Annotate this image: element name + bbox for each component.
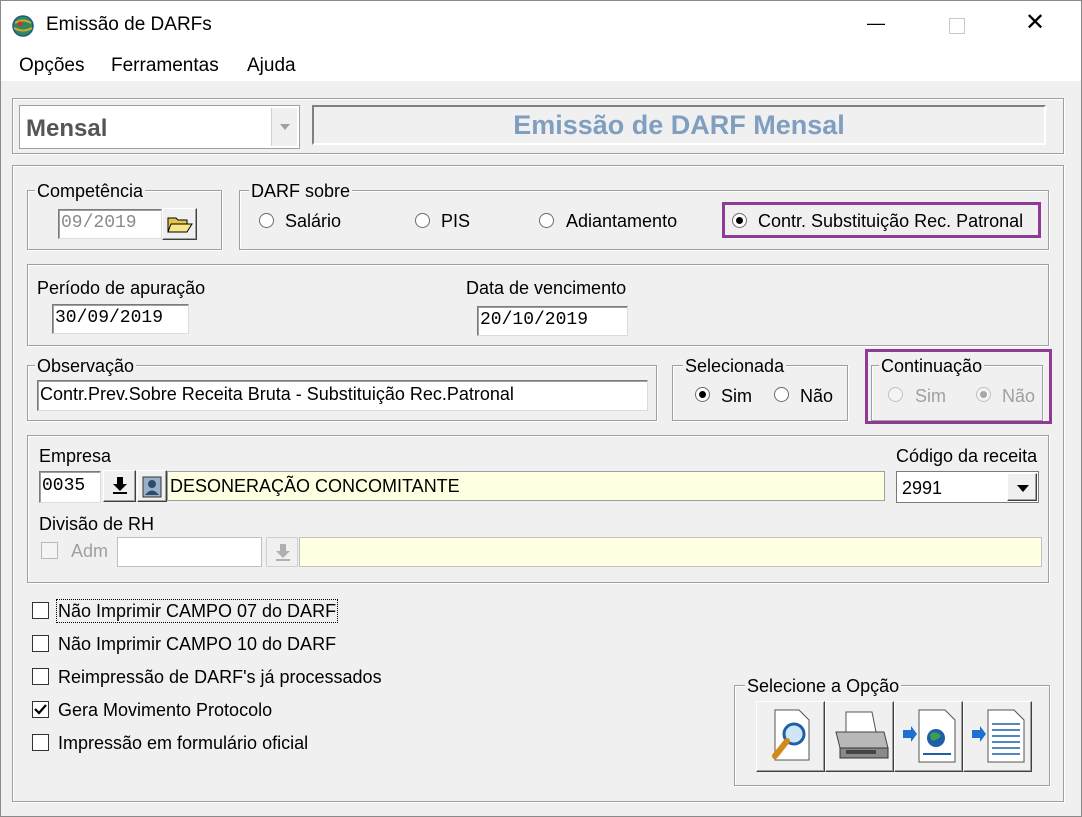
- nao-imprimir-campo10-label: Não Imprimir CAMPO 10 do DARF: [58, 634, 337, 654]
- periodo-input[interactable]: 30/09/2019: [52, 304, 189, 334]
- checkmark-icon: [34, 704, 47, 715]
- divisao-lookup-button[interactable]: [266, 537, 298, 567]
- empresa-code-input[interactable]: 0035: [39, 471, 101, 503]
- person-search-icon: [142, 476, 162, 498]
- export-text-button[interactable]: [963, 701, 1032, 772]
- observacao-input[interactable]: Contr.Prev.Sobre Receita Bruta - Substit…: [37, 380, 648, 411]
- export-web-document-icon: [903, 709, 956, 763]
- vencimento-input[interactable]: 20/10/2019: [477, 306, 628, 336]
- codigo-receita-label: Código da receita: [896, 446, 1038, 466]
- export-text-document-icon: [972, 709, 1025, 763]
- highlight-continuacao: [865, 349, 1052, 424]
- darf-pis-label: PIS: [441, 211, 471, 231]
- gera-movimento-label: Gera Movimento Protocolo: [58, 700, 273, 720]
- print-button[interactable]: [825, 701, 894, 772]
- formulario-oficial-checkbox[interactable]: [32, 734, 49, 751]
- title-bar: Emissão de DARFs — ✕: [1, 1, 1081, 51]
- banner: Emissão de DARF Mensal: [312, 105, 1046, 145]
- chevron-down-icon: [280, 124, 290, 130]
- open-folder-icon: [167, 217, 193, 233]
- gera-movimento-checkbox[interactable]: [32, 701, 49, 718]
- close-button[interactable]: ✕: [1025, 11, 1045, 35]
- divisao-description-field: [299, 537, 1042, 567]
- empresa-name-field: DESONERAÇÃO CONCOMITANTE: [167, 471, 885, 501]
- highlight-darf-option: [722, 202, 1041, 238]
- selecionada-sim-radio[interactable]: [695, 387, 710, 402]
- nao-imprimir-campo07-checkbox[interactable]: [32, 602, 49, 619]
- maximize-button: [949, 18, 965, 34]
- open-folder-button[interactable]: [162, 208, 197, 240]
- printer-icon: [835, 711, 889, 759]
- window-title: Emissão de DARFs: [46, 14, 212, 35]
- darf-sobre-label: DARF sobre: [249, 181, 353, 201]
- download-arrow-icon: [113, 477, 127, 494]
- chevron-down-icon: [1017, 485, 1029, 492]
- divisao-label: Divisão de RH: [39, 514, 155, 534]
- observacao-label: Observação: [35, 356, 137, 376]
- selecionada-sim-label: Sim: [721, 386, 752, 406]
- periodo-label: Período de apuração: [37, 278, 206, 298]
- selecionada-label: Selecionada: [683, 356, 787, 376]
- actions-label: Selecione a Opção: [745, 676, 902, 696]
- menu-bar: Opções Ferramentas Ajuda: [1, 51, 1081, 81]
- adm-checkbox[interactable]: [41, 542, 58, 559]
- menu-opcoes[interactable]: Opções: [19, 55, 84, 77]
- darf-pis-radio[interactable]: [415, 213, 430, 228]
- darf-adiantamento-label: Adiantamento: [566, 211, 678, 231]
- divisao-input[interactable]: [117, 537, 262, 567]
- empresa-lookup-button[interactable]: [103, 470, 136, 502]
- preview-magnifier-icon: [772, 709, 810, 761]
- codigo-receita-select[interactable]: 2991: [896, 471, 1039, 503]
- codigo-receita-value: 2991: [902, 478, 943, 498]
- mode-select[interactable]: Mensal: [19, 105, 300, 149]
- reimpressao-checkbox[interactable]: [32, 668, 49, 685]
- empresa-label: Empresa: [39, 446, 112, 466]
- vencimento-label: Data de vencimento: [466, 278, 627, 298]
- nao-imprimir-campo10-checkbox[interactable]: [32, 635, 49, 652]
- formulario-oficial-label: Impressão em formulário oficial: [58, 733, 309, 753]
- empresa-search-button[interactable]: [137, 470, 167, 502]
- export-web-button[interactable]: [894, 701, 963, 772]
- selecionada-nao-label: Não: [800, 386, 834, 406]
- app-globe-icon: [12, 15, 34, 37]
- nao-imprimir-campo07-label: Não Imprimir CAMPO 07 do DARF: [55, 599, 339, 623]
- reimpressao-label: Reimpressão de DARF's já processados: [58, 667, 382, 687]
- download-arrow-icon: [276, 544, 290, 561]
- preview-button[interactable]: [756, 701, 825, 772]
- mode-select-arrow[interactable]: [271, 108, 297, 146]
- minimize-button[interactable]: —: [867, 13, 885, 33]
- banner-title: Emissão de DARF Mensal: [513, 110, 845, 140]
- adm-label: Adm: [71, 541, 109, 561]
- menu-ajuda[interactable]: Ajuda: [247, 55, 296, 77]
- competencia-input[interactable]: 09/2019: [58, 209, 162, 239]
- codigo-receita-dropdown-button[interactable]: [1007, 473, 1037, 501]
- darf-window: Emissão de DARFs — ✕ Opções Ferramentas …: [0, 0, 1082, 817]
- darf-adiantamento-radio[interactable]: [539, 213, 554, 228]
- menu-ferramentas[interactable]: Ferramentas: [111, 55, 219, 77]
- darf-salario-label: Salário: [285, 211, 342, 231]
- competencia-label: Competência: [35, 181, 146, 201]
- selecionada-nao-radio[interactable]: [774, 387, 789, 402]
- mode-select-value: Mensal: [26, 115, 108, 142]
- darf-salario-radio[interactable]: [259, 213, 274, 228]
